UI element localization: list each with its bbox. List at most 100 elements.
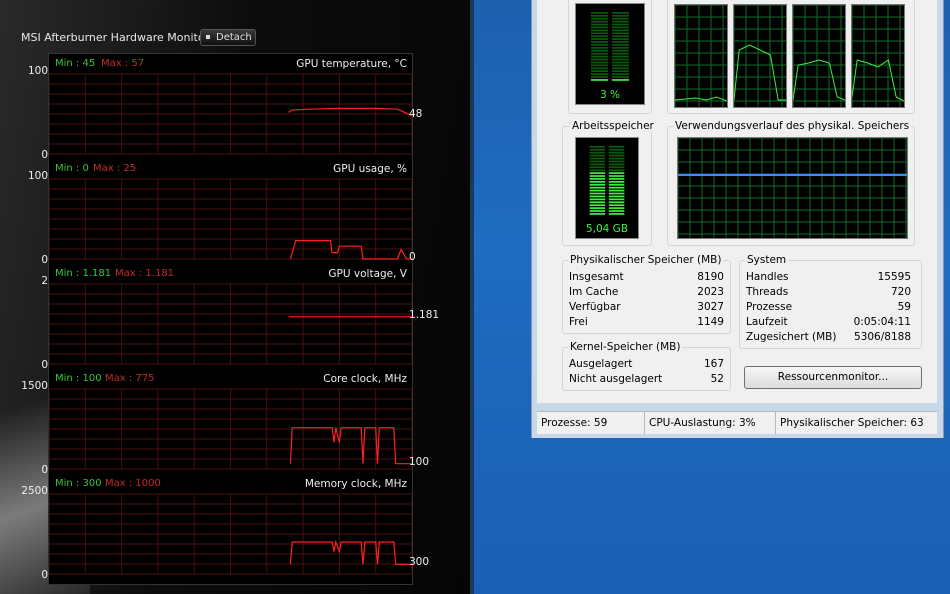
panel-max: Max : 775 [105,373,155,384]
meter-segment [612,64,630,67]
meter-segment [589,151,606,154]
cpu-core-graph [674,4,728,108]
performance-tab: 3 % Arbeitsspeicher 5,04 GB Verwendungsv… [537,0,937,403]
meter-segment [589,175,606,177]
info-row: Handles 15595 [746,271,911,285]
cpu-core-graph [792,4,846,108]
meter-segment [589,148,606,151]
memory-history-graph [677,137,908,239]
cpu-history-line [674,96,728,102]
axis-top-label: 2500 [21,485,48,497]
meter-segment [608,146,625,148]
monitor-panel: Min : 1.181 Max : 1.181 GPU voltage, V [49,264,412,369]
info-value: 59 [897,301,911,313]
meter-segment [608,192,625,195]
detach-label: Detach [216,32,252,43]
meter-segment [590,67,608,70]
cpu-core-1-graph [733,4,786,107]
meter-segment [608,183,625,186]
panel-max: Max : 1000 [105,478,161,489]
status-cpu-usage: CPU-Auslastung: 3% [645,412,776,434]
memory-group-label: Arbeitsspeicher [570,120,656,132]
meter-segment [608,154,625,157]
info-row: Nicht ausgelagert 52 [569,373,724,387]
current-value-label: 0 [409,251,416,263]
current-value-label: 100 [409,455,430,468]
meter-segment [608,198,625,201]
physical-memory-label: Physikalischer Speicher (MB) [568,254,724,266]
info-row: Prozesse 59 [746,301,911,315]
current-value-label: 300 [409,556,430,569]
meter-segment [590,29,608,32]
meter-segment [608,169,625,172]
status-processes: Prozesse: 59 [537,412,645,434]
kernel-memory-label: Kernel-Speicher (MB) [568,341,683,353]
meter-segment [612,32,630,35]
panel-name: Memory clock, MHz [304,478,407,490]
meter-segment [589,192,606,195]
info-value: 3027 [697,301,724,313]
meter-segment [608,201,625,204]
series-line [289,539,412,565]
detach-button[interactable]: Detach [200,29,256,46]
meter-segment [590,14,608,17]
meter-segment [608,207,625,209]
panel-min: Min : 45 [55,58,96,69]
memory-meter: 5,04 GB [575,137,639,239]
info-row: Insgesamt 8190 [569,271,724,285]
meter-segment [590,47,608,49]
meter-segment [589,204,606,207]
info-key: Zugesichert (MB) [746,331,837,343]
meter-segment [612,41,630,43]
meter-segment [612,61,630,64]
meter-segment [612,38,630,40]
system-group-label: System [745,254,789,266]
meter-segment [589,201,606,204]
meter-segment [590,20,608,23]
axis-bottom-label: 0 [41,359,48,371]
meter-segment [612,12,630,14]
info-value: 167 [703,358,724,370]
meter-segment [590,49,608,52]
panel-min: Min : 1.181 [55,268,112,279]
meter-segment [590,61,608,64]
meter-segment [589,157,606,160]
meter-segment [590,64,608,67]
meter-segment [590,38,608,40]
meter-segment [608,186,625,189]
panel-min: Min : 300 [55,478,102,489]
panel-name: Core clock, MHz [323,373,407,385]
info-row: Im Cache 2023 [569,286,724,300]
meter-segment [589,207,606,209]
meter-segment [590,35,608,38]
meter-segment [608,178,625,180]
meter-segment [590,44,608,46]
axis-top-label: 100 [27,170,48,182]
info-key: Nicht ausgelagert [569,373,663,385]
info-row: Ausgelagert 167 [569,358,724,372]
info-row: Laufzeit 0:05:04:11 [746,316,911,330]
meter-segment [589,146,606,148]
cpu-history-group [667,0,915,114]
meter-segment [608,195,625,198]
meter-segment [590,32,608,35]
meter-segment [589,178,606,180]
meter-segment [589,213,606,215]
axis-bottom-label: 0 [41,464,48,476]
info-key: Im Cache [569,286,619,298]
afterburner-title: MSI Afterburner Hardware Monitor [21,31,210,44]
panel-name: GPU temperature, °C [296,58,407,70]
physical-memory-group: Physikalischer Speicher (MB) Insgesamt 81… [562,254,731,334]
meter-segment [608,181,625,183]
info-key: Insgesamt [569,271,624,283]
meter-segment [612,23,630,26]
memory-group: Arbeitsspeicher 5,04 GB [562,120,656,246]
info-key: Threads [746,286,789,298]
afterburner-window: MSI Afterburner Hardware Monitor Detach … [0,0,470,594]
cpu-usage-value: 3 % [600,89,620,101]
meter-segment [589,172,606,174]
resource-monitor-button[interactable]: Ressourcenmonitor... [744,366,922,389]
axis-bottom-label: 0 [41,254,48,266]
info-key: Frei [569,316,588,328]
meter-segment [590,12,608,14]
